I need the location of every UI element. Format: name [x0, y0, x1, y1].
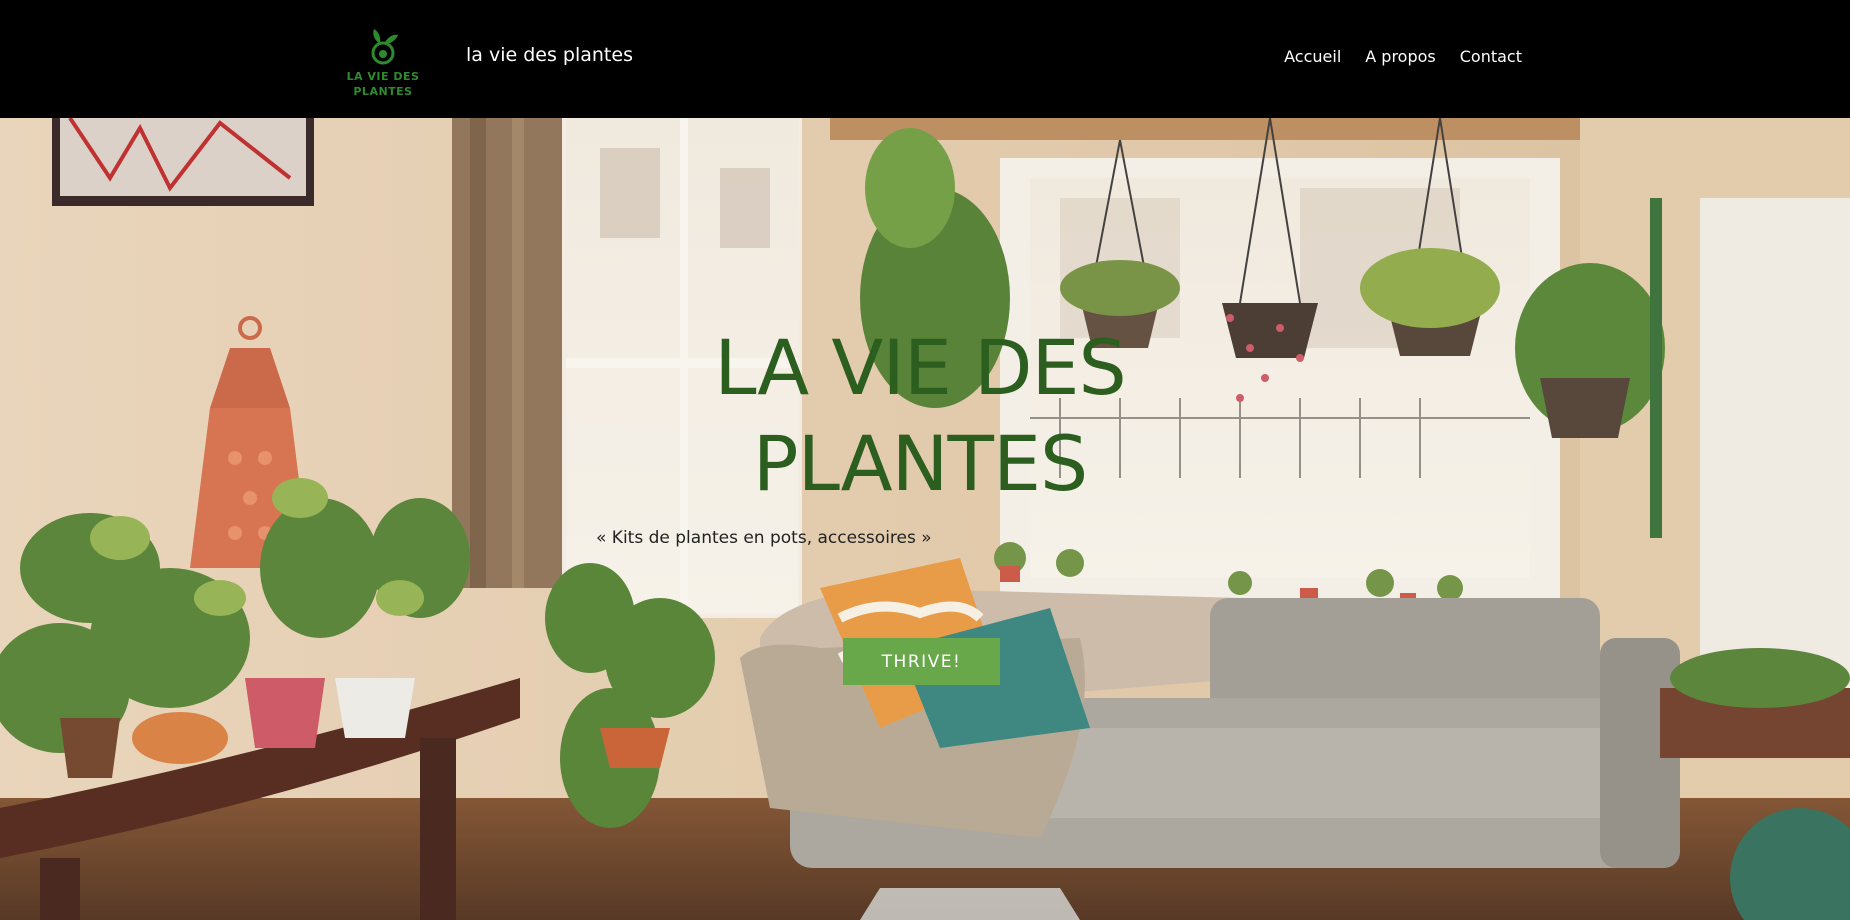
- nav-item-contact[interactable]: Contact: [1460, 47, 1522, 66]
- hero-section: LA VIE DES PLANTES « Kits de plantes en …: [0, 118, 1850, 920]
- nav-item-accueil[interactable]: Accueil: [1284, 47, 1341, 66]
- nav-item-a-propos[interactable]: A propos: [1365, 47, 1435, 66]
- sprout-logo-icon: [371, 29, 398, 65]
- site-title-link[interactable]: la vie des plantes: [466, 44, 633, 66]
- site-header: LA VIE DES PLANTES la vie des plantes Ac…: [0, 0, 1850, 118]
- main-nav: Accueil A propos Contact: [1284, 47, 1522, 66]
- thrive-button[interactable]: THRIVE!: [843, 638, 1000, 685]
- hero-tagline: « Kits de plantes en pots, accessoires »: [596, 528, 932, 548]
- hero-background-image: [0, 118, 1850, 920]
- logo-text: LA VIE DES PLANTES: [346, 70, 420, 98]
- site-logo[interactable]: LA VIE DES PLANTES: [346, 26, 420, 102]
- hero-title: LA VIE DES PLANTES: [714, 323, 1127, 508]
